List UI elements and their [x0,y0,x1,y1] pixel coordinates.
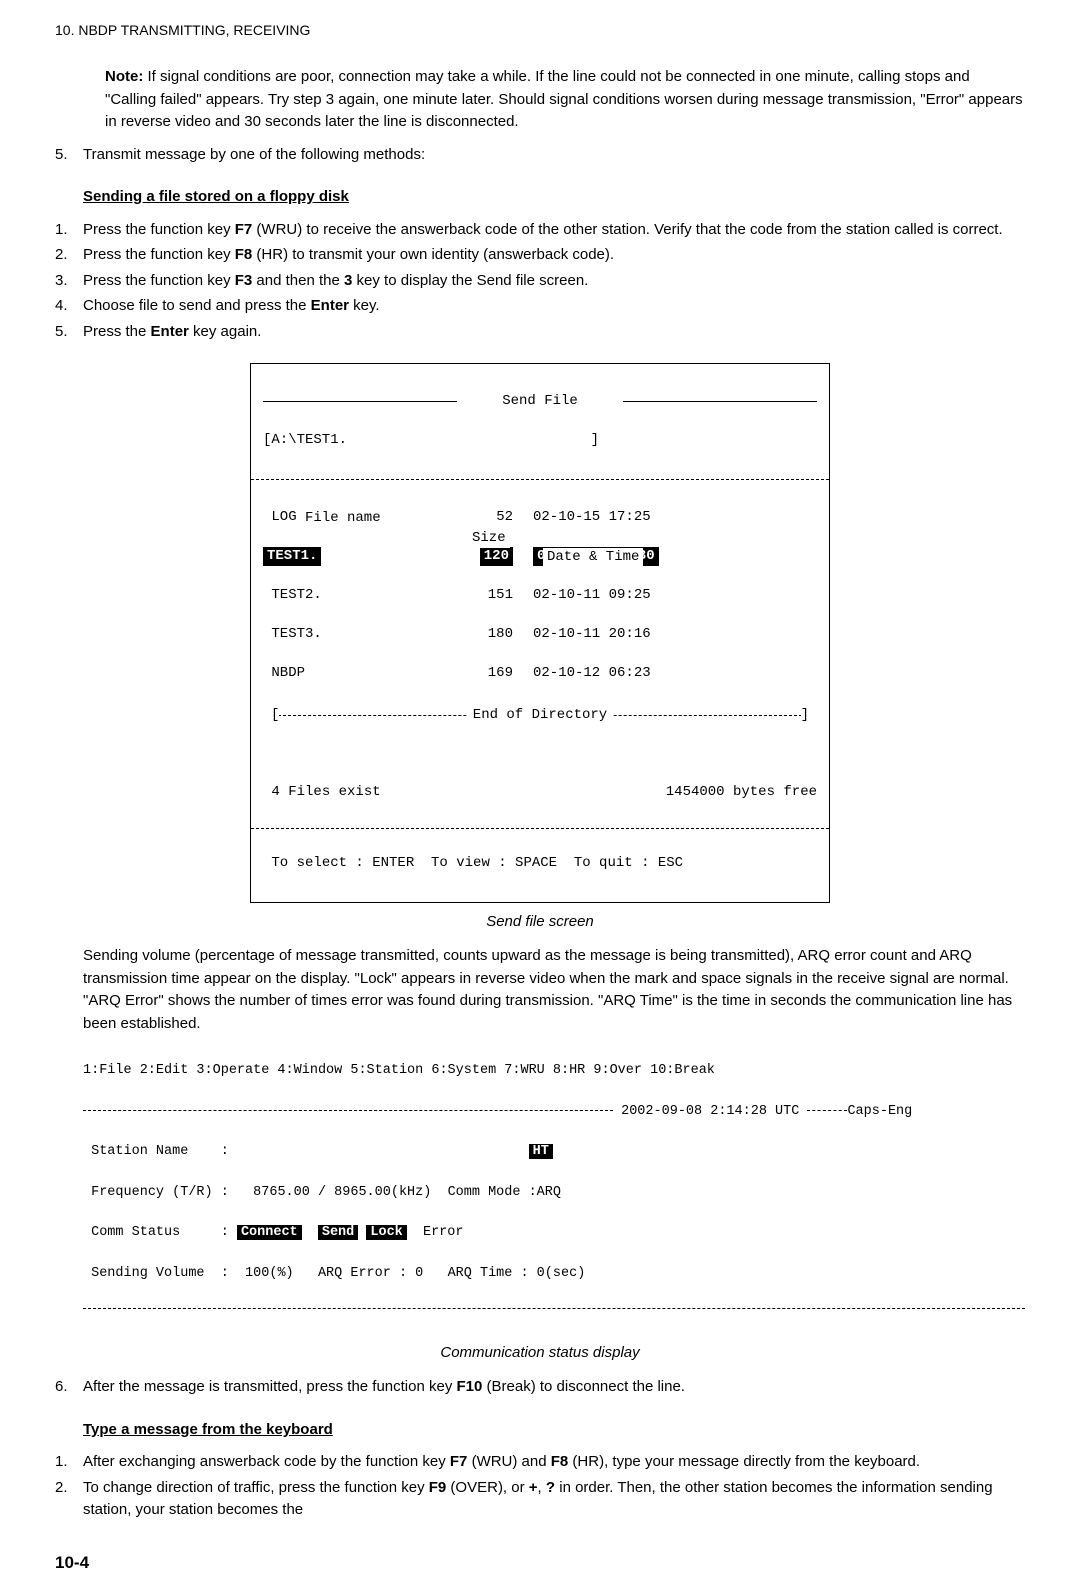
file-row: TEST2.15102-10-11 09:25 [263,586,817,606]
num: 1. [55,1451,83,1474]
status-connect: Connect [237,1225,302,1240]
sendfile-title: Send File [496,393,584,409]
step-text: To change direction of traffic, press th… [83,1477,1025,1522]
comm-timestamp: 2002-09-08 2:14:28 UTC [621,1104,799,1119]
col-date: Date & Time [543,548,643,568]
file-row: TEST3.18002-10-11 20:16 [263,625,817,645]
num: 5. [55,321,83,344]
step-text: After exchanging answerback code by the … [83,1451,920,1474]
file-summary: 4 Files exist1454000 bytes free [263,783,817,803]
status-lock: Lock [366,1225,406,1240]
page-number: 10-4 [55,1550,1025,1576]
step-text: Transmit message by one of the following… [83,144,425,167]
comm-status-display: 1:File 2:Edit 3:Operate 4:Window 5:Stati… [83,1041,1025,1334]
col-name: File name [301,509,385,529]
num: 1. [55,219,83,242]
keyboard-steps: 1.After exchanging answerback code by th… [55,1451,1025,1522]
note-label: Note: [105,68,143,85]
step-text: After the message is transmitted, press … [83,1376,685,1399]
send-file-screen: Send File [A:\TEST1. ] File name Size Da… [250,363,830,903]
sendfile-hint: To select : ENTER To view : SPACE To qui… [263,854,817,874]
step-text: Press the function key F3 and then the 3… [83,270,588,293]
top-step-list: 5.Transmit message by one of the followi… [55,144,1025,167]
ht-indicator: HT [529,1144,553,1159]
caption-sendfile: Send file screen [55,911,1025,934]
status-error: Error [423,1225,464,1240]
sendfile-column-headers: File name Size Date & Time [263,470,817,488]
step-text: Press the function key F7 (WRU) to recei… [83,219,1003,242]
num: 2. [55,1477,83,1522]
num: 3. [55,270,83,293]
step-text: Choose file to send and press the Enter … [83,295,380,318]
note-block: Note: If signal conditions are poor, con… [105,66,1025,134]
end-of-directory: [End of Directory] [263,706,817,724]
note-text: If signal conditions are poor, connectio… [105,68,1023,130]
status-send: Send [318,1225,358,1240]
comm-menu: 1:File 2:Edit 3:Operate 4:Window 5:Stati… [83,1061,1025,1081]
sending-volume: Sending Volume : 100(%) ARQ Error : 0 AR… [91,1266,585,1281]
page-header: 10. NBDP TRANSMITTING, RECEIVING [55,20,1025,41]
sendfile-path: [A:\TEST1. ] [263,431,817,451]
step6-list: 6.After the message is transmitted, pres… [55,1376,1025,1399]
num: 2. [55,244,83,267]
sending-description: Sending volume (percentage of message tr… [83,945,1025,1035]
comm-caps: Caps-Eng [847,1104,912,1119]
file-row: NBDP16902-10-12 06:23 [263,664,817,684]
station-name-label: Station Name : [91,1144,229,1159]
heading-keyboard: Type a message from the keyboard [83,1419,1025,1442]
floppy-steps: 1.Press the function key F7 (WRU) to rec… [55,219,1025,344]
file-row-selected: TEST1.12002-10-10 16:30 [263,547,817,567]
step-text: Press the Enter key again. [83,321,261,344]
col-size: Size [468,529,510,549]
step-text: Press the function key F8 (HR) to transm… [83,244,614,267]
num: 5. [55,144,83,167]
comm-frequency: Frequency (T/R) : 8765.00 / 8965.00(kHz)… [91,1185,561,1200]
heading-floppy: Sending a file stored on a floppy disk [83,186,1025,209]
num: 6. [55,1376,83,1399]
num: 4. [55,295,83,318]
comm-status-label: Comm Status : [91,1225,237,1240]
caption-comm: Communication status display [55,1342,1025,1365]
